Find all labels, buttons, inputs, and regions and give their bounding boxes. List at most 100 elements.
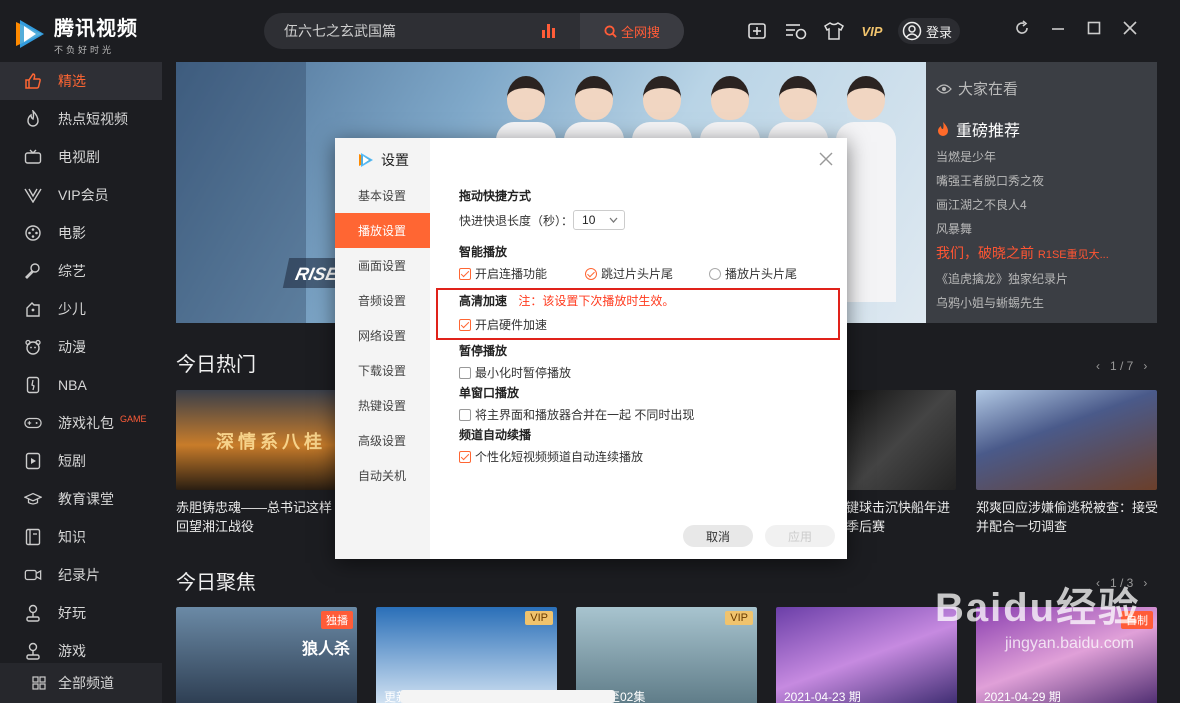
vip-v-icon [24, 186, 42, 204]
card-tag: VIP [725, 611, 753, 625]
sidebar-item-fun[interactable]: 好玩 [0, 594, 162, 632]
checkbox-unchecked-icon [459, 408, 471, 421]
playlist-clock-icon[interactable] [784, 19, 808, 43]
sidebar-item-label: 短剧 [58, 453, 86, 469]
checkbox-unchecked-icon [459, 366, 471, 379]
settings-nav-network[interactable]: 网络设置 [335, 318, 430, 353]
sidebar-item-hot-short[interactable]: 热点短视频 [0, 100, 162, 138]
sidebar-item-variety[interactable]: 综艺 [0, 252, 162, 290]
continuous-play-checkbox[interactable]: 开启连播功能 [459, 265, 547, 282]
sidebar-item-label: 游戏礼包 [58, 415, 114, 431]
settings-nav-basic[interactable]: 基本设置 [335, 178, 430, 213]
input-method-toolbar[interactable] [400, 690, 615, 703]
camera-icon [24, 566, 42, 584]
apply-button[interactable]: 应用 [765, 525, 835, 547]
minimize-pause-checkbox[interactable]: 最小化时暂停播放 [459, 364, 571, 381]
seek-length-label: 快进快退长度（秒）： [459, 213, 574, 228]
next-arrow-icon[interactable]: › [1143, 359, 1147, 373]
hot-card-caption[interactable]: 赤胆铸忠魂——总书记这样回望湘江战役 [176, 498, 336, 536]
voice-search-icon[interactable] [542, 24, 568, 38]
settings-nav-download[interactable]: 下载设置 [335, 353, 430, 388]
hot-card-caption[interactable]: 键球击沉快船年进季后赛 [846, 498, 958, 536]
skip-intro-radio[interactable]: 跳过片头片尾 [585, 265, 673, 282]
next-arrow-icon[interactable]: › [1143, 576, 1147, 590]
sidebar-item-movie[interactable]: 电影 [0, 214, 162, 252]
settings-nav-advanced[interactable]: 高级设置 [335, 423, 430, 458]
dialog-close-icon[interactable] [819, 152, 833, 166]
search-button[interactable]: 全网搜 [580, 13, 684, 49]
focus-card[interactable]: VIP 更新至02集 [576, 607, 757, 703]
vip-icon[interactable]: VIP [860, 19, 884, 43]
hot-card-caption[interactable]: 郑爽回应涉嫌偷逃税被查：接受并配合一切调查 [976, 498, 1160, 536]
hot-pager: ‹ 1 / 7 › [1096, 359, 1148, 373]
focus-card[interactable]: VIP 更新至 [376, 607, 557, 703]
focus-card[interactable]: 2021-04-23 期 [776, 607, 957, 703]
hot-card[interactable] [846, 390, 956, 490]
settings-nav-auto-shutdown[interactable]: 自动关机 [335, 458, 430, 493]
smart-play-heading: 智能播放 [459, 245, 508, 259]
hot-card[interactable] [976, 390, 1157, 490]
play-intro-radio[interactable]: 播放片头片尾 [709, 265, 797, 282]
add-video-icon[interactable] [746, 19, 770, 43]
refresh-icon[interactable] [1014, 20, 1030, 41]
sidebar-item-nba[interactable]: NBA [0, 366, 162, 404]
sidebar-item-label: 电视剧 [58, 149, 100, 165]
sidebar-item-game-gift[interactable]: 游戏礼包 GAME [0, 404, 162, 442]
card-tag: 独播 [321, 611, 353, 629]
all-channels-label: 全部频道 [58, 675, 114, 691]
settings-title: 设置 [357, 150, 409, 170]
sidebar-item-label: 电影 [58, 225, 86, 241]
search-input[interactable]: 伍六七之玄武国篇 [264, 21, 542, 41]
app-logo[interactable]: 腾讯视频 不负好时光 [12, 12, 138, 56]
trending-header: 大家在看 [936, 78, 1147, 99]
trending-item[interactable]: 画江湖之不良人4 [936, 197, 1147, 213]
hot-card-image-text: 深情系八桂 [216, 432, 326, 452]
minimize-icon[interactable] [1050, 20, 1066, 41]
trending-item-highlighted[interactable]: 我们，破晓之前 R1SE重见大... [936, 245, 1147, 263]
tencent-video-logo-icon [359, 153, 373, 167]
tshirt-icon[interactable] [822, 19, 846, 43]
film-reel-icon [24, 224, 42, 242]
sidebar-item-label: NBA [58, 377, 87, 393]
flame-icon [938, 122, 948, 136]
hot-card[interactable]: 深情系八桂 [176, 390, 357, 490]
seek-length-select[interactable]: 10 [573, 210, 626, 230]
login-button[interactable]: 登录 [898, 18, 961, 44]
trending-item[interactable]: 风暴舞 [936, 221, 1147, 237]
search-icon [604, 24, 617, 38]
trending-item[interactable]: 乌鸦小姐与蜥蜴先生 [936, 295, 1147, 311]
sidebar-item-knowledge[interactable]: 知识 [0, 518, 162, 556]
sidebar-item-anime[interactable]: 动漫 [0, 328, 162, 366]
sidebar-item-documentary[interactable]: 纪录片 [0, 556, 162, 594]
sidebar-item-vip[interactable]: VIP会员 [0, 176, 162, 214]
sidebar-item-label: 少儿 [58, 301, 86, 317]
sidebar-item-featured[interactable]: 精选 [0, 62, 162, 100]
settings-nav-audio[interactable]: 音频设置 [335, 283, 430, 318]
settings-nav-hotkey[interactable]: 热键设置 [335, 388, 430, 423]
thumb-up-icon [24, 72, 42, 90]
login-label: 登录 [926, 24, 953, 40]
cancel-button[interactable]: 取消 [683, 525, 753, 547]
maximize-icon[interactable] [1086, 20, 1102, 41]
close-icon[interactable] [1122, 20, 1138, 41]
merge-window-checkbox[interactable]: 将主界面和播放器合并在一起 不同时出现 [459, 406, 694, 423]
settings-nav-playback[interactable]: 播放设置 [335, 213, 430, 248]
pause-heading: 暂停播放 [459, 344, 508, 358]
trending-item[interactable]: 当燃是少年 [936, 149, 1147, 165]
all-channels-button[interactable]: 全部频道 [0, 663, 162, 703]
settings-nav-picture[interactable]: 画面设置 [335, 248, 430, 283]
trending-item[interactable]: 《追虎擒龙》独家纪录片 [936, 271, 1147, 287]
book-icon [24, 528, 42, 546]
search-box: 伍六七之玄武国篇 全网搜 [264, 13, 684, 49]
focus-card[interactable]: 独播 狼人杀 [176, 607, 357, 703]
prev-arrow-icon[interactable]: ‹ [1096, 359, 1100, 373]
personal-continue-checkbox[interactable]: 个性化短视频频道自动连续播放 [459, 448, 643, 465]
sidebar-item-education[interactable]: 教育课堂 [0, 480, 162, 518]
sidebar-item-tv[interactable]: 电视剧 [0, 138, 162, 176]
sidebar-item-short-drama[interactable]: 短剧 [0, 442, 162, 480]
user-icon [902, 21, 922, 41]
sidebar-item-label: VIP会员 [58, 187, 109, 203]
trending-item[interactable]: 嘴强王者脱口秀之夜 [936, 173, 1147, 189]
sidebar: 精选 热点短视频 电视剧 VIP会员 电影 综艺 少儿 动漫 NBA 游戏礼包 … [0, 62, 162, 703]
sidebar-item-kids[interactable]: 少儿 [0, 290, 162, 328]
